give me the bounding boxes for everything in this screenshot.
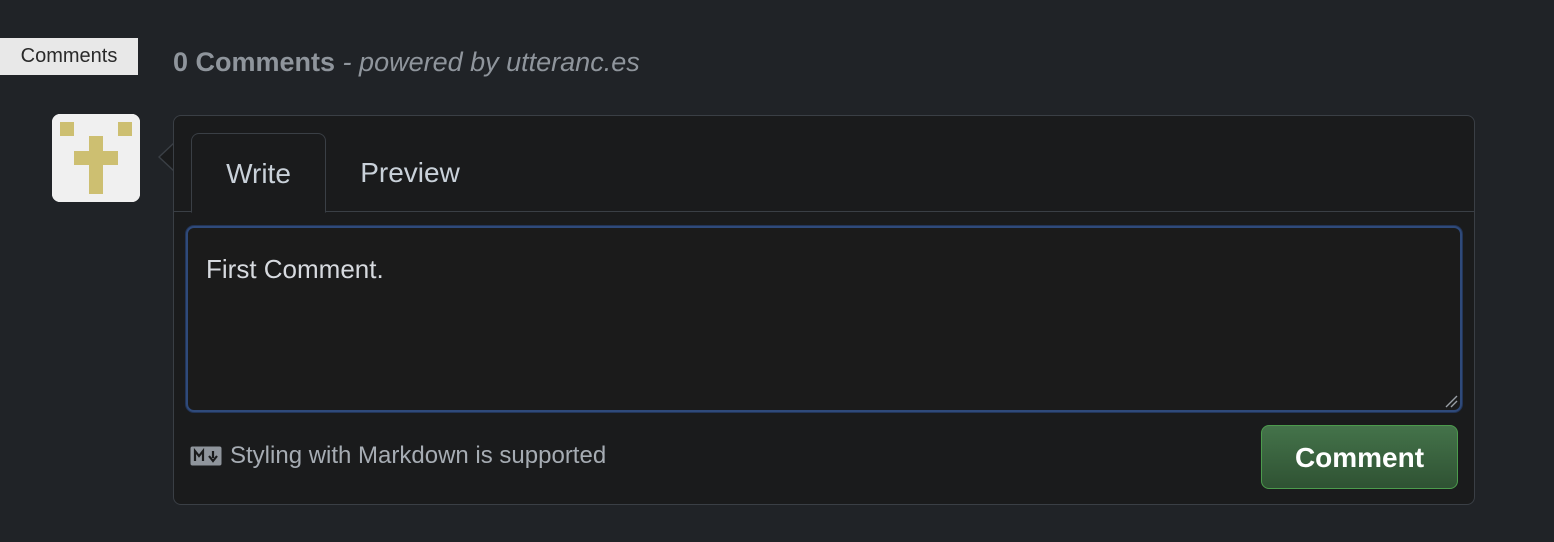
comments-chip: Comments <box>0 38 138 75</box>
comment-box: Write Preview First Comment. Styling wit… <box>173 115 1475 505</box>
comments-chip-label: Comments <box>20 45 118 67</box>
comment-button[interactable]: Comment <box>1261 425 1458 489</box>
tab-preview[interactable]: Preview <box>342 133 478 213</box>
markdown-note: Styling with Markdown is supported <box>190 436 606 476</box>
comments-header: 0 Comments - powered by utteranc.es <box>173 44 640 80</box>
comment-count: 0 Comments <box>173 47 336 77</box>
markdown-icon <box>190 446 222 466</box>
header-separator: - <box>335 47 360 77</box>
comment-textarea[interactable]: First Comment. <box>188 228 1460 410</box>
tab-bar: Write Preview <box>174 116 1474 213</box>
powered-by-link[interactable]: powered by utteranc.es <box>359 47 640 77</box>
markdown-note-text: Styling with Markdown is supported <box>230 442 607 469</box>
user-avatar[interactable] <box>52 114 140 202</box>
cross-avatar-icon <box>52 114 140 202</box>
resize-handle-icon[interactable] <box>1444 394 1458 408</box>
tab-write[interactable]: Write <box>191 133 326 213</box>
comment-textarea-wrap: First Comment. <box>186 226 1462 412</box>
